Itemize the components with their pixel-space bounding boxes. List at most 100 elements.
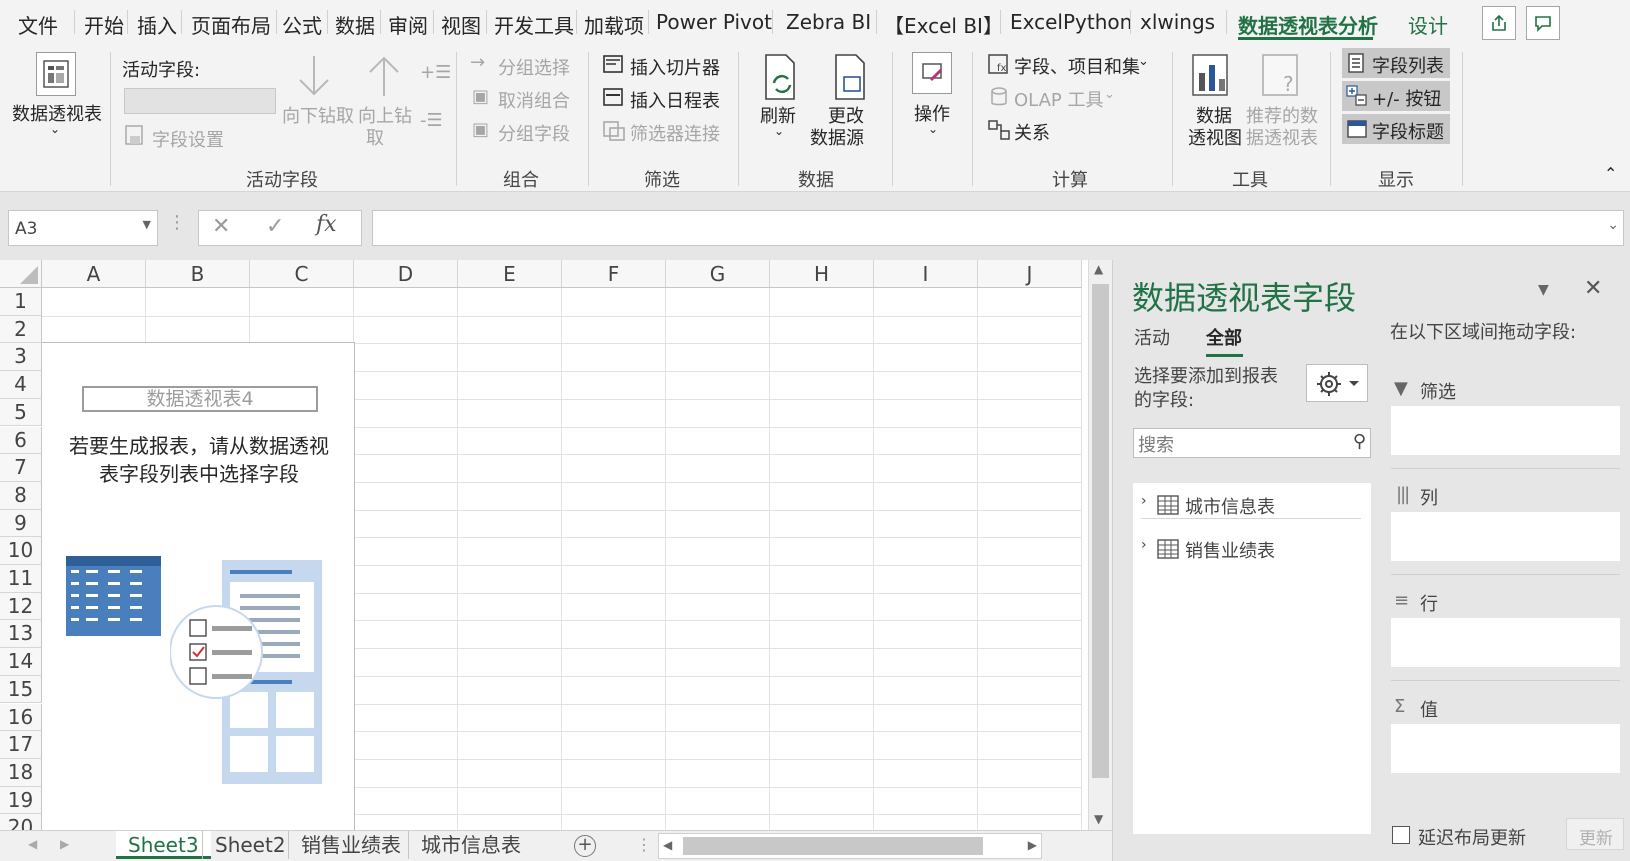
add-sheet-button[interactable]: + <box>574 835 596 857</box>
field-search-input[interactable]: 搜索 ⚲ <box>1133 428 1371 458</box>
sheet-tab-sheet2[interactable]: Sheet2 <box>202 831 298 859</box>
row-header[interactable]: 20 <box>0 814 42 830</box>
scroll-tabs-left-icon[interactable]: ◀ <box>28 837 37 851</box>
chevron-down-icon[interactable]: ⌄ <box>928 122 938 136</box>
scroll-right-icon[interactable]: ▶ <box>1028 838 1037 852</box>
sheet-tab-sales[interactable]: 销售业绩表 <box>288 831 413 859</box>
column-header[interactable]: D <box>354 260 458 288</box>
tab-zebra-bi[interactable]: Zebra BI <box>786 10 871 34</box>
fields-items-sets-button[interactable]: 字段、项目和集 <box>1014 53 1140 79</box>
plus-minus-buttons[interactable]: +/- 按钮 <box>1372 85 1441 111</box>
list-item[interactable]: › 城市信息表 <box>1141 493 1361 519</box>
row-header[interactable]: 19 <box>0 786 42 815</box>
row-header[interactable]: 14 <box>0 648 42 676</box>
tab-all-fields[interactable]: 全部 <box>1206 324 1242 350</box>
tab-active-fields[interactable]: 活动 <box>1134 324 1170 350</box>
expand-field-icon[interactable]: +☰ <box>420 62 451 83</box>
group-selection-button[interactable]: 分组选择 <box>498 54 570 80</box>
defer-update-checkbox[interactable] <box>1392 826 1410 844</box>
column-header[interactable]: E <box>458 260 562 288</box>
row-header[interactable]: 5 <box>0 398 42 427</box>
h-scroll-thumb[interactable] <box>683 837 983 855</box>
tab-developer[interactable]: 开发工具 <box>494 10 574 39</box>
columns-drop-zone[interactable] <box>1391 512 1620 561</box>
enter-icon[interactable]: ✓ <box>266 214 284 239</box>
scroll-tabs-right-icon[interactable]: ▶ <box>60 837 69 851</box>
column-header[interactable]: I <box>874 260 978 288</box>
field-list-button[interactable]: 字段列表 <box>1372 52 1444 78</box>
collapse-ribbon-icon[interactable]: ⌃ <box>1604 164 1617 183</box>
tab-view[interactable]: 视图 <box>441 10 481 39</box>
column-header[interactable]: G <box>666 260 770 288</box>
row-header[interactable]: 9 <box>0 509 42 538</box>
row-header[interactable]: 6 <box>0 426 42 455</box>
row-header[interactable]: 17 <box>0 731 42 759</box>
chevron-down-icon[interactable]: ▼ <box>143 218 151 231</box>
insert-slicer-button[interactable]: 插入切片器 <box>630 54 720 80</box>
group-field-button[interactable]: 分组字段 <box>498 120 570 146</box>
column-header[interactable]: A <box>42 260 146 288</box>
values-drop-zone[interactable] <box>1391 724 1620 773</box>
column-header[interactable]: B <box>146 260 250 288</box>
tab-file[interactable]: 文件 <box>18 10 58 39</box>
row-header[interactable]: 2 <box>0 315 42 344</box>
field-headers-button[interactable]: 字段标题 <box>1372 118 1444 144</box>
row-header[interactable]: 15 <box>0 675 42 704</box>
tab-home[interactable]: 开始 <box>84 10 124 39</box>
pivottable-icon[interactable] <box>36 52 76 96</box>
filter-connections-button[interactable]: 筛选器连接 <box>630 120 720 146</box>
cancel-icon[interactable]: ✕ <box>212 214 230 239</box>
row-header[interactable]: 1 <box>0 288 42 316</box>
tab-splitter-icon[interactable]: ⋮ <box>636 835 652 854</box>
tab-insert[interactable]: 插入 <box>137 10 177 39</box>
row-header[interactable]: 4 <box>0 371 42 399</box>
select-all-button[interactable] <box>0 260 42 288</box>
scroll-left-icon[interactable]: ◀ <box>663 838 672 852</box>
row-header[interactable]: 7 <box>0 454 42 482</box>
tab-review[interactable]: 审阅 <box>388 10 428 39</box>
formula-bar-grip-icon[interactable]: ⋮ <box>168 212 186 233</box>
row-header[interactable]: 18 <box>0 758 42 787</box>
tab-excel-bi[interactable]: 【Excel BI】 <box>884 10 1003 39</box>
relationships-button[interactable]: 关系 <box>1014 119 1050 145</box>
row-header[interactable]: 12 <box>0 592 42 621</box>
name-box[interactable]: A3 ▼ <box>8 210 158 246</box>
row-header[interactable]: 16 <box>0 703 42 732</box>
row-header[interactable]: 11 <box>0 565 42 593</box>
chevron-down-icon[interactable]: ⌄ <box>1104 87 1115 102</box>
close-icon[interactable]: ✕ <box>1584 276 1602 301</box>
chevron-down-icon[interactable]: ⌄ <box>1138 54 1149 69</box>
tab-pivottable-analyze[interactable]: 数据透视表分析 <box>1238 10 1378 39</box>
tab-xlwings[interactable]: xlwings <box>1140 10 1215 34</box>
row-header[interactable]: 3 <box>0 343 42 372</box>
tab-formulas[interactable]: 公式 <box>282 10 322 39</box>
horizontal-scrollbar[interactable]: ◀ ▶ <box>658 833 1042 859</box>
chevron-down-icon[interactable]: ⌄ <box>774 124 784 138</box>
insert-timeline-button[interactable]: 插入日程表 <box>630 87 720 113</box>
vertical-scrollbar[interactable]: ▲ ▼ <box>1088 260 1112 830</box>
active-field-input[interactable] <box>124 88 276 114</box>
sheet-tab-cities[interactable]: 城市信息表 <box>408 831 533 859</box>
row-header[interactable]: 10 <box>0 537 42 565</box>
column-header[interactable]: H <box>770 260 874 288</box>
drill-down-button[interactable]: 向下钻取 <box>282 102 354 128</box>
update-button[interactable]: 更新 <box>1566 818 1624 850</box>
collapse-field-icon[interactable]: -☰ <box>420 110 443 131</box>
comments-icon[interactable] <box>1526 6 1560 40</box>
tab-addins[interactable]: 加载项 <box>584 10 644 39</box>
column-header[interactable]: F <box>562 260 666 288</box>
pane-options-icon[interactable]: ▼ <box>1538 282 1549 298</box>
field-settings-button[interactable]: 字段设置 <box>152 126 224 152</box>
chevron-right-icon[interactable]: › <box>1141 493 1147 509</box>
rows-drop-zone[interactable] <box>1391 618 1620 667</box>
olap-tools-button[interactable]: OLAP 工具 <box>1014 86 1104 112</box>
sheet-tab-sheet3[interactable]: Sheet3 <box>116 831 211 859</box>
row-header[interactable]: 13 <box>0 620 42 649</box>
tab-power-pivot[interactable]: Power Pivot <box>656 10 772 34</box>
ungroup-button[interactable]: 取消组合 <box>498 87 570 113</box>
tab-page-layout[interactable]: 页面布局 <box>191 10 271 39</box>
column-header[interactable]: J <box>978 260 1082 288</box>
scroll-up-icon[interactable]: ▲ <box>1094 262 1103 276</box>
formula-input[interactable]: ⌄ <box>372 210 1624 246</box>
filter-drop-zone[interactable] <box>1391 406 1620 455</box>
